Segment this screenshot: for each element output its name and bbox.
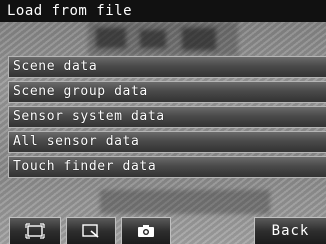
back-button[interactable]: Back (254, 217, 326, 244)
window-frame-icon (25, 223, 45, 239)
menu-item-scene-group-data[interactable]: Scene group data (8, 81, 326, 103)
camera-icon (138, 225, 154, 237)
file-type-menu: Scene data Scene group data Sensor syste… (8, 56, 326, 181)
menu-item-sensor-system-data[interactable]: Sensor system data (8, 106, 326, 128)
screen: Load from file Scene data Scene group da… (0, 0, 326, 244)
zoom-window-button[interactable] (66, 217, 116, 244)
background-image-detail (96, 28, 126, 48)
menu-item-scene-data[interactable]: Scene data (8, 56, 326, 78)
background-image-detail (100, 190, 270, 214)
menu-item-all-sensor-data[interactable]: All sensor data (8, 131, 326, 153)
background-image-detail (140, 30, 166, 48)
menu-item-touch-finder-data[interactable]: Touch finder data (8, 156, 326, 178)
page-title: Load from file (0, 0, 326, 22)
background-image-detail (182, 28, 216, 50)
back-button-label: Back (271, 223, 310, 239)
zoom-window-icon (82, 224, 99, 238)
camera-button[interactable] (121, 217, 171, 244)
window-frame-button[interactable] (9, 217, 61, 244)
